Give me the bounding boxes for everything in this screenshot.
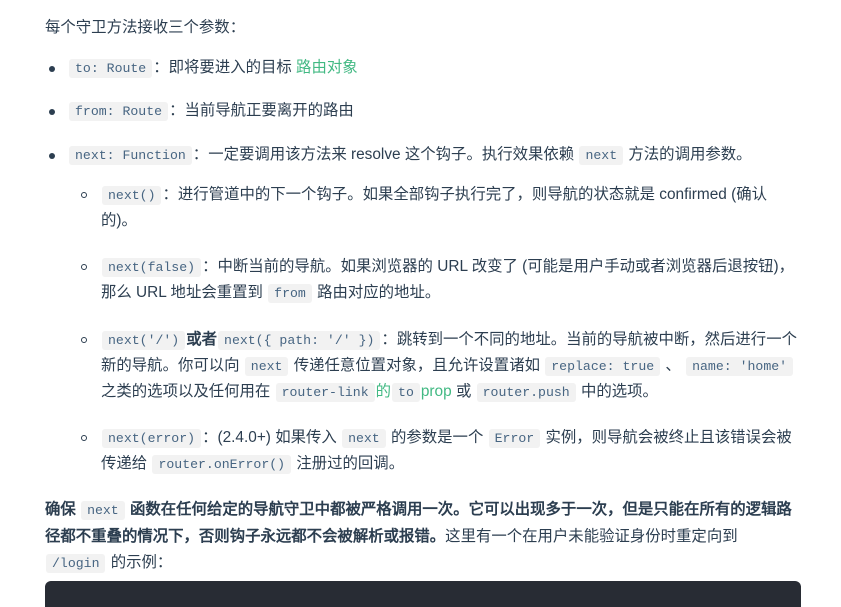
separator-colon: ： (202, 429, 218, 447)
next-path-description-part4: 之类的选项以及任何用在 (101, 382, 275, 400)
note-normal-part2: 的示例： (106, 553, 173, 571)
next-options-wrapper: next() ：进行管道中的下一个钩子。如果全部钩子执行完了，则导航的状态就是 c… (77, 182, 801, 478)
inline-code-next: next (342, 429, 386, 449)
param-next-description-part1: 一定要调用该方法来 resolve 这个钩子。执行效果依赖 (208, 145, 579, 163)
inline-code-replace-true: replace: true (545, 356, 661, 376)
intro-paragraph: 每个守卫方法接收三个参数： (45, 19, 246, 36)
inline-code-name-home: name: 'home' (686, 356, 794, 376)
inline-code-next-path-object: next({ path: '/' }) (218, 330, 381, 350)
inline-code-next-error: next(error) (102, 429, 202, 449)
guard-params-list: to: Route ：即将要进入的目标 路由对象 from: Route ：当前导航… (45, 55, 801, 477)
note-paragraph: 确保 next 函数在任何给定的导航守卫中都被严格调用一次。它可以出现多于一次，… (45, 497, 801, 576)
next-empty-description: 进行管道中的下一个钩子。如果全部钩子执行完了，则导航的状态就是 confirme… (101, 185, 768, 229)
next-options-list: next() ：进行管道中的下一个钩子。如果全部钩子执行完了，则导航的状态就是 c… (77, 182, 801, 478)
list-item-next-false: next(false) ：中断当前的导航。如果浏览器的 URL 改变了 (可能是用… (77, 254, 801, 306)
list-item-next-path: next('/') 或者 next({ path: '/' }) ：跳转到一个不同的地… (77, 327, 801, 406)
inline-code-next: next (81, 501, 125, 521)
note-normal-part1: 这里有一个在用户未能验证身份时重定向到 (445, 527, 738, 545)
inline-code-router-onerror: router.onError() (152, 455, 292, 475)
list-item-from-route: from: Route ：当前导航正要离开的路由 (45, 98, 801, 124)
or-label: 或者 (186, 330, 218, 348)
next-path-description-part3: 、 (661, 356, 686, 374)
param-to-description: 即将要进入的目标 (168, 59, 297, 77)
separator-colon: ： (381, 330, 397, 348)
inline-code-next-function: next: Function (69, 145, 192, 165)
inline-code-next-call: next() (102, 185, 162, 205)
code-block-container (45, 581, 801, 607)
list-item-next-function: next: Function ：一定要调用该方法来 resolve 这个钩子。执行… (45, 142, 801, 478)
separator-colon: ： (153, 59, 169, 77)
next-error-description-part4: 注册过的回调。 (292, 455, 405, 473)
separator-colon: ： (169, 102, 185, 120)
next-path-description-part2: 传递任意位置对象，且允许设置诸如 (289, 356, 545, 374)
inline-code-router-push: router.push (476, 382, 576, 402)
prop-link[interactable]: prop (421, 383, 452, 400)
next-error-description-part1: (2.4.0+) 如果传入 (217, 429, 342, 447)
separator-colon: ： (162, 185, 178, 203)
inline-code-login: /login (46, 553, 106, 573)
de-link[interactable]: 的 (376, 383, 391, 400)
next-path-description-part5: 或 (451, 382, 476, 400)
document-page: 每个守卫方法接收三个参数： to: Route ：即将要进入的目标 路由对象 fr… (0, 0, 841, 607)
note-bold-part1: 确保 (45, 501, 81, 519)
inline-code-to: to (392, 382, 420, 402)
route-object-link[interactable]: 路由对象 (296, 59, 358, 76)
inline-code-router-link: router-link (275, 382, 375, 402)
separator-colon: ： (192, 145, 209, 163)
inline-code-next: next (244, 356, 289, 376)
next-false-description-part2: 路由对应的地址。 (312, 284, 441, 302)
inline-code-next: next (579, 145, 624, 165)
list-item-next-empty: next() ：进行管道中的下一个钩子。如果全部钩子执行完了，则导航的状态就是 c… (77, 182, 801, 234)
separator-colon: ： (202, 258, 218, 276)
list-item-to-route: to: Route ：即将要进入的目标 路由对象 (45, 55, 801, 81)
inline-code-to-route: to: Route (69, 59, 153, 79)
list-item-next-error: next(error) ：(2.4.0+) 如果传入 next 的参数是一个 Er… (77, 425, 801, 477)
inline-code-next-false: next(false) (102, 258, 202, 278)
inline-code-next-slash: next('/') (102, 330, 186, 350)
inline-code-from: from (268, 284, 312, 304)
inline-code-error: Error (488, 429, 541, 449)
next-error-description-part2: 的参数是一个 (386, 429, 488, 447)
next-path-description-part6: 中的选项。 (576, 382, 658, 400)
inline-code-from-route: from: Route (69, 102, 169, 122)
param-next-description-part2: 方法的调用参数。 (624, 145, 752, 163)
param-from-description: 当前导航正要离开的路由 (184, 102, 354, 120)
